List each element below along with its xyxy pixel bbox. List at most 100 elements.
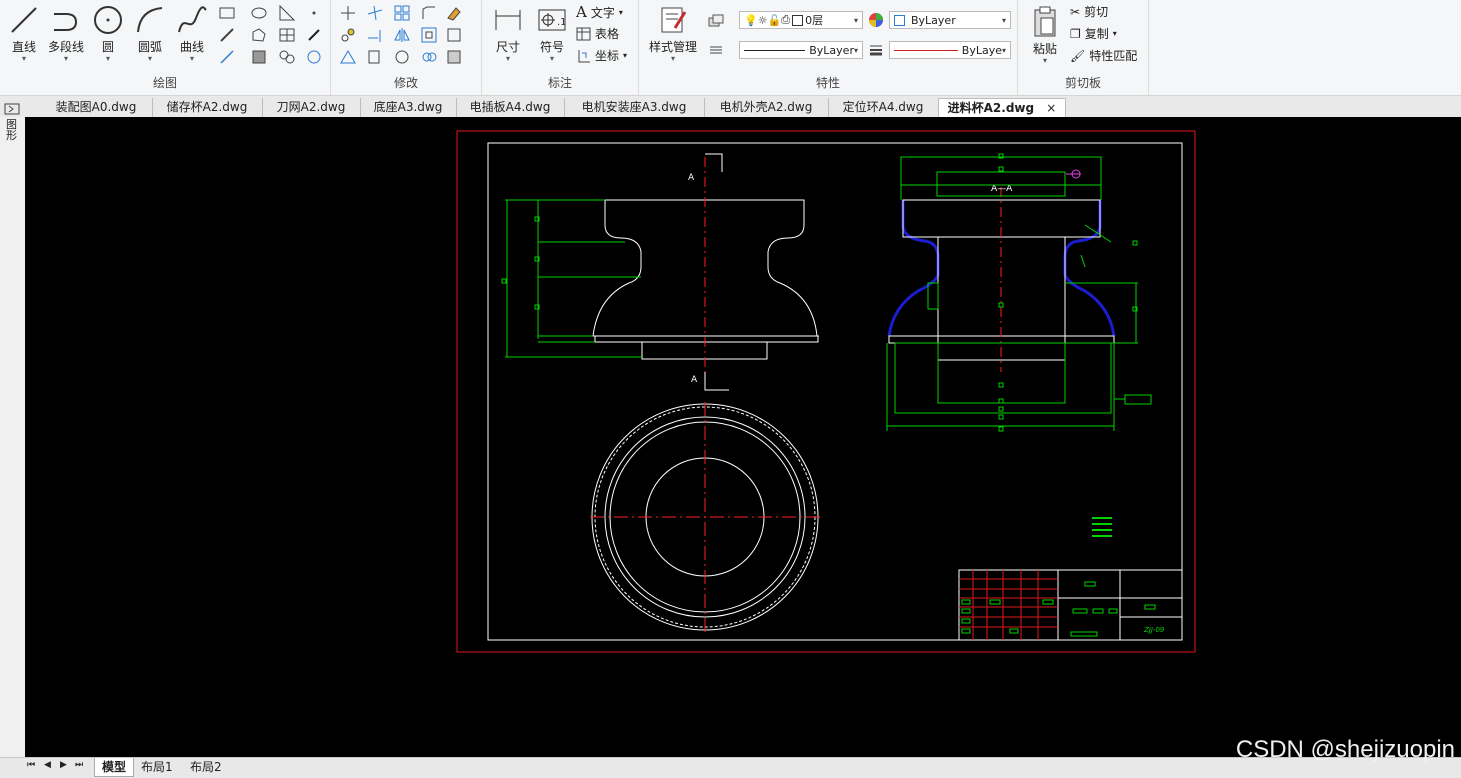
circle-tool-button[interactable]: 圆 ▾	[86, 4, 130, 63]
ellipse-icon[interactable]	[250, 4, 268, 22]
copy-object-icon[interactable]	[339, 26, 357, 44]
trim-icon[interactable]	[366, 4, 384, 22]
next-tab-icon[interactable]: ▶	[60, 760, 67, 770]
curve-tool-button[interactable]: 曲线 ▾	[170, 4, 214, 63]
panel-toggle-icon[interactable]	[4, 102, 22, 116]
side-panel-label[interactable]: 图形	[6, 119, 18, 141]
tolerance-symbol-icon: .1	[538, 9, 567, 31]
polyline-tool-button[interactable]: 多段线 ▾	[44, 4, 88, 63]
modify-group: 修改	[331, 0, 482, 95]
doc-tab[interactable]: 储存杯A2.dwg	[152, 98, 263, 117]
last-tab-icon[interactable]: ⏭	[75, 760, 83, 770]
color-combo[interactable]: ByLayer ▾	[889, 11, 1011, 29]
cut-label: 剪切	[1084, 5, 1109, 19]
point-icon[interactable]	[305, 4, 323, 22]
doc-tab-label: 装配图A0.dwg	[55, 100, 137, 114]
properties-group: 样式管理 ▾ 💡 ☼ 🔓 ⎙ 0层 ▾ ByLayer ▾ ByLayer ▾	[639, 0, 1018, 95]
layout1-tab[interactable]: 布局1	[141, 758, 173, 776]
layer-name: 0层	[805, 14, 824, 27]
doc-tab-label: 电机安装座A3.dwg	[581, 100, 687, 114]
mirror-icon[interactable]	[393, 26, 411, 44]
chevron-down-icon: ▾	[505, 54, 510, 63]
coordinate-icon	[578, 49, 590, 62]
table-grid-icon[interactable]	[278, 26, 296, 44]
model-tab-label: 模型	[101, 760, 126, 774]
lineweight-icon[interactable]	[867, 41, 885, 59]
doc-tab[interactable]: 电机安装座A3.dwg	[564, 98, 705, 117]
rectangle-icon[interactable]	[218, 4, 236, 22]
region-icon[interactable]	[250, 26, 268, 44]
arc-tool-button[interactable]: 圆弧 ▾	[128, 4, 172, 63]
coordinate-tool-button[interactable]: 坐标 ▾	[576, 47, 627, 64]
chevron-down-icon: ▾	[623, 51, 628, 60]
drawing-canvas[interactable]: A A A—A ZJJ-09	[25, 117, 1461, 757]
scale-icon[interactable]	[339, 48, 357, 66]
text-icon: A	[576, 3, 587, 21]
chevron-down-icon: ▾	[1042, 56, 1047, 65]
extend-icon[interactable]	[366, 26, 384, 44]
model-tab[interactable]: 模型	[94, 758, 134, 777]
doc-tab[interactable]: 刀网A2.dwg	[262, 98, 361, 117]
doc-tab-active[interactable]: 进料杯A2.dwg ×	[938, 98, 1066, 118]
color-wheel-icon[interactable]	[867, 11, 885, 29]
text-tool-button[interactable]: A 文字 ▾	[576, 3, 623, 21]
properties-group-label: 特性	[815, 76, 840, 90]
symbol-tool-button[interactable]: .1 符号 ▾	[530, 4, 574, 63]
clipboard-group-label: 剪切板	[1064, 76, 1101, 90]
chamfer-icon[interactable]	[420, 4, 438, 22]
offset-icon[interactable]	[420, 26, 438, 44]
chevron-down-icon: ▾	[1001, 15, 1006, 25]
array-icon[interactable]	[393, 4, 411, 22]
boundary-icon[interactable]	[250, 48, 268, 66]
polyline-icon	[54, 13, 78, 31]
paste-button[interactable]: 粘贴 ▾	[1024, 4, 1066, 65]
cut-button[interactable]: ✂ 剪切	[1070, 3, 1108, 20]
doc-tab[interactable]: 电插板A4.dwg	[456, 98, 565, 117]
top-view-centerlines	[590, 402, 820, 632]
prev-tab-icon[interactable]: ◀	[44, 760, 51, 770]
doc-tab[interactable]: 底座A3.dwg	[360, 98, 457, 117]
curve-tool-label: 曲线	[179, 40, 204, 54]
arrow-icon[interactable]	[305, 26, 323, 44]
style-manager-button[interactable]: 样式管理 ▾	[645, 4, 701, 63]
line-tool-button[interactable]: 直线 ▾	[2, 4, 46, 63]
annotate-group: 尺寸 ▾ .1 符号 ▾ A 文字 ▾ 表格 坐标 ▾ 标注	[482, 0, 639, 95]
doc-tab[interactable]: 定位环A4.dwg	[828, 98, 939, 117]
layout1-tab-label: 布局1	[141, 760, 173, 774]
move-icon[interactable]	[339, 4, 357, 22]
doc-tab-label: 进料杯A2.dwg	[947, 101, 1035, 115]
lineweight-combo[interactable]: ByLaye ▾	[889, 41, 1011, 59]
doc-tab-label: 刀网A2.dwg	[276, 100, 346, 114]
close-icon[interactable]: ×	[1046, 101, 1056, 115]
dimension-tool-button[interactable]: 尺寸 ▾	[486, 4, 530, 63]
stretch-icon[interactable]	[366, 48, 384, 66]
first-tab-icon[interactable]: ⏮	[27, 760, 35, 770]
doc-tab[interactable]: 电机外壳A2.dwg	[704, 98, 829, 117]
wipeout-icon[interactable]	[305, 48, 323, 66]
break-icon[interactable]	[445, 48, 463, 66]
chevron-down-icon: ▾	[21, 54, 26, 63]
table-tool-button[interactable]: 表格	[576, 25, 619, 42]
match-properties-button[interactable]: 🖌 特性匹配	[1070, 47, 1137, 64]
rotate-icon[interactable]	[393, 48, 411, 66]
linetype-combo[interactable]: ByLayer ▾	[739, 41, 863, 59]
erase-icon[interactable]	[445, 4, 463, 22]
explode-icon[interactable]	[445, 26, 463, 44]
copy-button[interactable]: ❐ 复制 ▾	[1070, 25, 1117, 42]
match-label: 特性匹配	[1089, 49, 1138, 63]
layer-properties-icon[interactable]	[707, 12, 725, 30]
list-icon[interactable]	[707, 41, 725, 59]
sun-icon: ☼	[757, 13, 768, 27]
front-view	[592, 199, 819, 360]
color-swatch-icon	[792, 14, 804, 26]
revcloud-icon[interactable]	[278, 48, 296, 66]
construction-line-icon[interactable]	[218, 26, 236, 44]
fillet-icon[interactable]	[420, 48, 438, 66]
ray-icon[interactable]	[218, 48, 236, 66]
doc-tab-label: 电插板A4.dwg	[469, 100, 551, 114]
layout2-tab[interactable]: 布局2	[190, 758, 222, 776]
section-cut-top	[705, 153, 723, 172]
layer-combo[interactable]: 💡 ☼ 🔓 ⎙ 0层 ▾	[739, 11, 863, 29]
doc-tab[interactable]: 装配图A0.dwg	[40, 98, 153, 117]
hatch-icon[interactable]	[278, 4, 296, 22]
